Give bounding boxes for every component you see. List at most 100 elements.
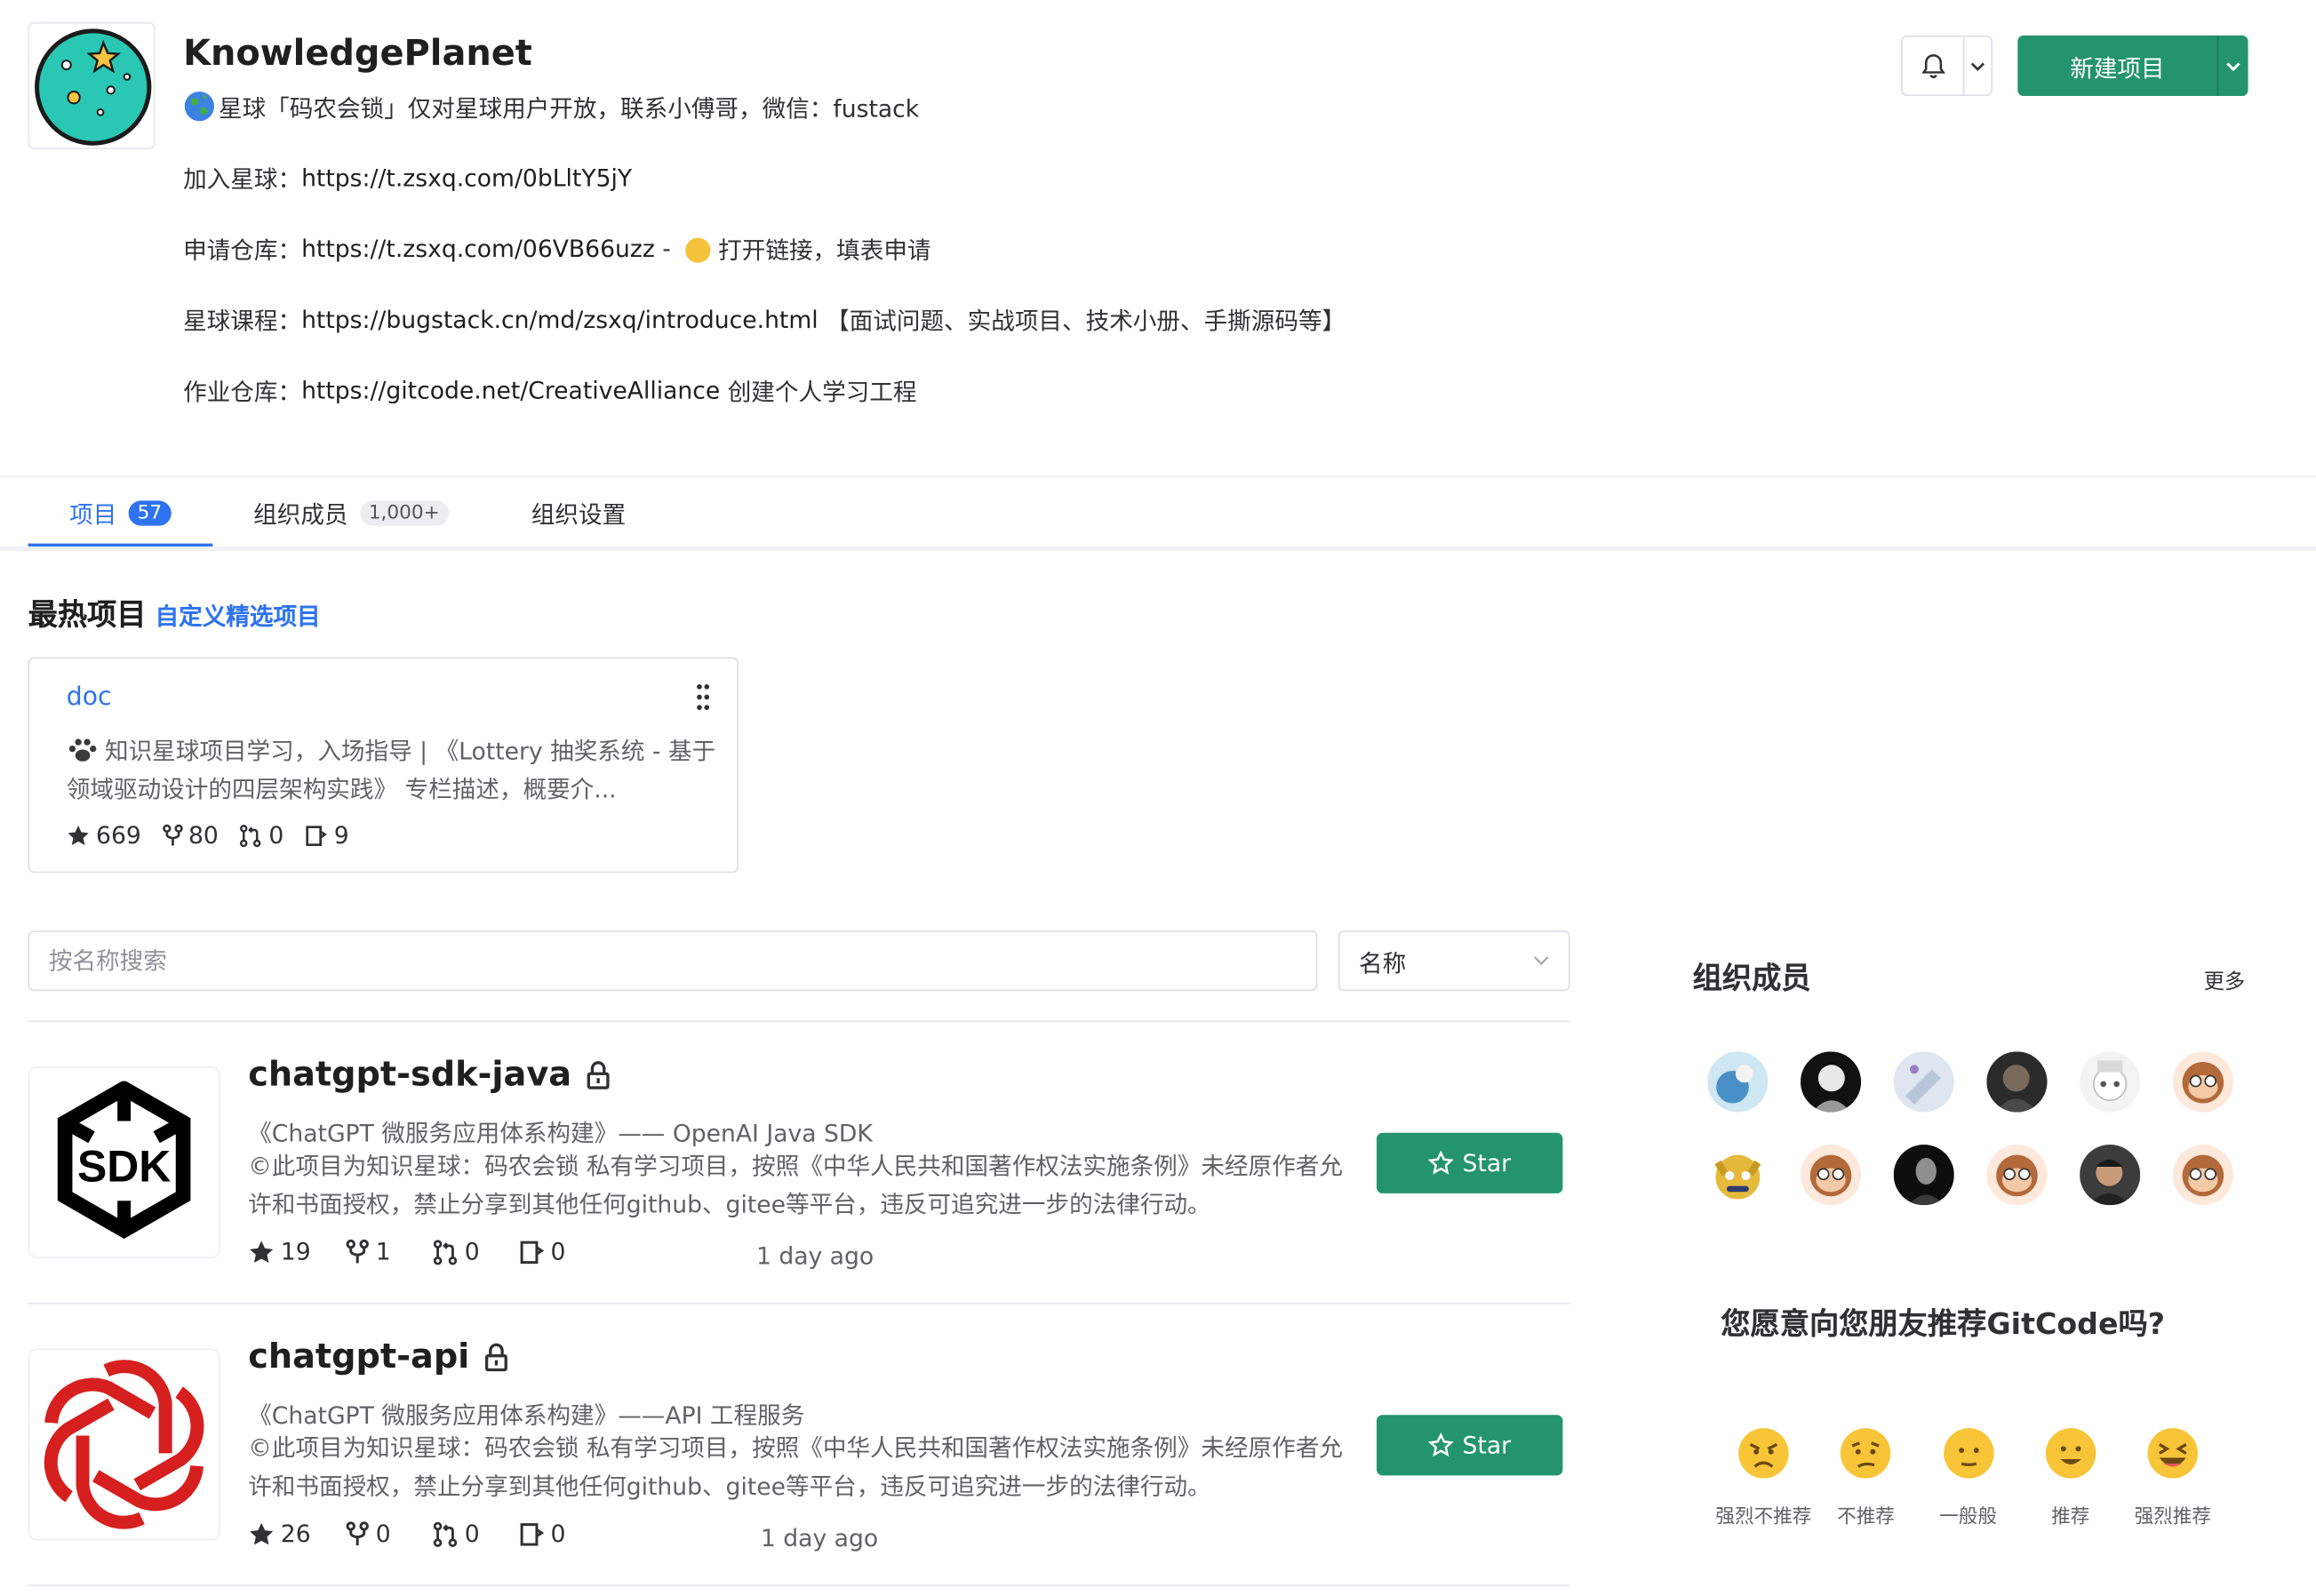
info-line-apply: 申请仓库： https://t.zsxq.com/06VB66uzz - 打开链… xyxy=(183,230,930,266)
tab-projects[interactable]: 项目 57 xyxy=(28,477,212,548)
star-icon xyxy=(250,1521,274,1544)
chevron-down-icon xyxy=(1533,956,1549,966)
paw-icon xyxy=(68,738,97,762)
project-title[interactable]: chatgpt-api xyxy=(248,1338,507,1377)
survey-option-neutral[interactable]: 一般般 xyxy=(1918,1426,2018,1528)
star-icon xyxy=(250,1240,274,1263)
merge-request-icon xyxy=(239,824,261,847)
project-description: ©此项目为知识星球：码农会锁 私有学习项目，按照《中华人民共和国著作权法实施条例… xyxy=(248,1152,1343,1219)
hot-project-stats: 669 80 0 9 xyxy=(67,821,370,850)
merge-request-icon xyxy=(433,1520,457,1547)
star-count-value: 26 xyxy=(280,1520,311,1548)
join-link[interactable]: https://t.zsxq.com/0bLltY5jY xyxy=(301,164,632,192)
sort-select[interactable]: 名称 xyxy=(1338,930,1570,992)
survey-option-strongly-recommend[interactable]: 强烈推荐 xyxy=(2122,1426,2223,1528)
sdk-logo-icon: SDK xyxy=(57,1081,191,1240)
hot-project-card[interactable]: doc 知识星球项目学习，入场指导 | 《Lottery 抽奖系统 - 基于领域… xyxy=(28,657,739,874)
new-project-button[interactable]: 新建项目 xyxy=(2017,35,2248,97)
survey-options: 强烈不推荐 不推荐 一般般 推荐 强烈推荐 xyxy=(1713,1426,2223,1528)
survey-option-label: 强烈不推荐 xyxy=(1715,1506,1812,1529)
info-label: 申请仓库： xyxy=(183,235,302,265)
issue-count: 0 xyxy=(518,1520,565,1548)
project-stats: 19 1 0 0 xyxy=(248,1237,586,1266)
chevron-down-icon[interactable] xyxy=(1964,37,1991,95)
issue-count-value: 0 xyxy=(550,1520,566,1548)
member-avatar[interactable] xyxy=(2080,1051,2141,1113)
tab-count-badge: 1,000+ xyxy=(359,499,449,525)
info-line-join: 加入星球： https://t.zsxq.com/0bLltY5jY xyxy=(183,159,632,195)
neutral-face-icon xyxy=(1943,1428,1993,1479)
apply-link[interactable]: https://t.zsxq.com/06VB66uzz xyxy=(301,234,655,262)
survey-option-recommend[interactable]: 推荐 xyxy=(2020,1426,2120,1528)
notification-button[interactable] xyxy=(1900,35,1993,97)
updated-time: 1 day ago xyxy=(755,1241,874,1271)
star-button[interactable]: Star xyxy=(1376,1415,1563,1476)
search-input[interactable] xyxy=(28,930,1318,992)
info-label: 加入星球： xyxy=(183,165,302,194)
issue-count-value: 0 xyxy=(550,1237,566,1266)
globe-icon xyxy=(184,92,214,122)
divider xyxy=(0,546,2316,551)
unamused-face-icon xyxy=(1841,1428,1891,1479)
info-suffix: 打开链接，填表申请 xyxy=(718,235,931,265)
hot-project-name[interactable]: doc xyxy=(67,682,112,712)
divider xyxy=(28,1584,1570,1586)
issue-icon xyxy=(520,1522,544,1545)
merge-request-count-value: 0 xyxy=(464,1520,480,1548)
homework-link[interactable]: https://gitcode.net/CreativeAlliance xyxy=(301,376,720,404)
new-project-label[interactable]: 新建项目 xyxy=(2017,35,2219,97)
course-link[interactable]: https://bugstack.cn/md/zsxq/introduce.ht… xyxy=(301,305,819,333)
merge-request-count-value: 0 xyxy=(464,1237,480,1266)
member-avatar[interactable] xyxy=(2172,1145,2233,1206)
survey-question: 您愿意向您朋友推荐GitCode吗? xyxy=(1721,1305,2166,1342)
star-button[interactable]: Star xyxy=(1376,1132,1563,1193)
more-vertical-icon[interactable] xyxy=(696,682,711,712)
member-avatar[interactable] xyxy=(1893,1145,1954,1206)
project-logo[interactable]: SDK xyxy=(28,1065,220,1259)
member-avatar[interactable] xyxy=(1707,1145,1769,1206)
member-avatar[interactable] xyxy=(1893,1051,1954,1113)
star-button-label: Star xyxy=(1462,1431,1512,1460)
project-name[interactable]: chatgpt-api xyxy=(248,1338,469,1377)
member-avatar[interactable] xyxy=(2080,1145,2141,1206)
project-subtitle: 《ChatGPT 微服务应用体系构建》——API 工程服务 xyxy=(248,1401,805,1430)
tab-members[interactable]: 组织成员 1,000+ xyxy=(212,477,491,548)
merge-request-count: 0 xyxy=(432,1237,480,1266)
star-count: 26 xyxy=(248,1520,311,1548)
issue-icon xyxy=(306,825,328,846)
member-avatar[interactable] xyxy=(1800,1051,1862,1113)
bell-icon[interactable] xyxy=(1903,36,1965,95)
tab-settings[interactable]: 组织设置 xyxy=(490,477,667,548)
member-avatar[interactable] xyxy=(1986,1145,2048,1206)
updated-time: 1 day ago xyxy=(760,1524,879,1552)
survey-option-label: 不推荐 xyxy=(1837,1506,1895,1529)
sort-value: 名称 xyxy=(1359,948,1407,978)
tab-label: 组织设置 xyxy=(531,500,627,529)
lock-icon xyxy=(587,1061,610,1089)
member-avatar[interactable] xyxy=(1707,1051,1769,1113)
survey-option-not-recommend[interactable]: 不推荐 xyxy=(1816,1426,1916,1528)
issue-icon xyxy=(520,1240,544,1264)
info-suffix: 【面试问题、实战项目、技术小册、手撕源码等】 xyxy=(818,307,1346,336)
angry-face-icon xyxy=(1738,1428,1789,1479)
project-title[interactable]: chatgpt-sdk-java xyxy=(248,1056,610,1095)
members-title: 组织成员 xyxy=(1692,960,1811,996)
project-name[interactable]: chatgpt-sdk-java xyxy=(248,1056,571,1094)
star-count: 19 xyxy=(248,1238,311,1265)
member-avatar[interactable] xyxy=(1986,1051,2048,1113)
member-avatar[interactable] xyxy=(2172,1051,2233,1113)
org-name: KnowledgePlanet xyxy=(183,32,532,75)
chevron-down-icon[interactable] xyxy=(2218,36,2248,96)
smile-emoji-icon xyxy=(685,236,711,263)
merge-request-count-value: 0 xyxy=(268,821,284,850)
customize-featured-link[interactable]: 自定义精选项目 xyxy=(156,596,321,632)
info-line-homework: 作业仓库： https://gitcode.net/CreativeAllian… xyxy=(183,372,916,408)
info-label: 星球课程： xyxy=(183,307,302,336)
star-button-label: Star xyxy=(1462,1149,1512,1177)
member-avatar[interactable] xyxy=(1800,1145,1862,1206)
survey-option-strongly-not-recommend[interactable]: 强烈不推荐 xyxy=(1713,1426,1814,1528)
star-icon xyxy=(68,825,89,845)
members-more-link[interactable]: 更多 xyxy=(2204,966,2246,995)
project-logo[interactable] xyxy=(28,1348,220,1541)
fork-count: 80 xyxy=(162,821,219,850)
